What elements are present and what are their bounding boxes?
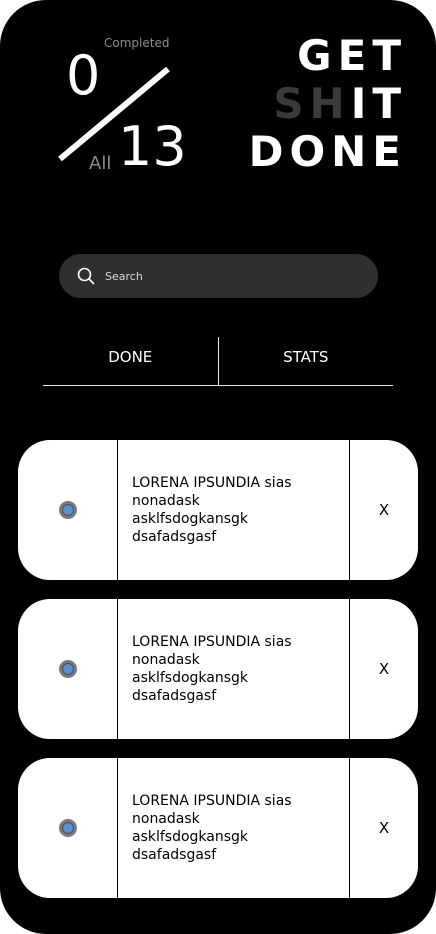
title-line-3: DONE xyxy=(248,127,407,176)
task-radio-button[interactable] xyxy=(58,660,77,678)
task-delete-button[interactable]: X xyxy=(350,758,418,898)
title-line-2-rest: IT xyxy=(350,79,407,128)
task-card: LORENA IPSUNDIA sias nonadask asklfsdogk… xyxy=(18,440,418,580)
all-label: All xyxy=(89,153,112,174)
task-radio-cell xyxy=(18,440,118,580)
task-text-cell: LORENA IPSUNDIA sias nonadask asklfsdogk… xyxy=(118,440,350,580)
tab-bar: DONE STATS xyxy=(43,337,393,386)
search-input[interactable] xyxy=(103,268,347,284)
task-text-cell: LORENA IPSUNDIA sias nonadask asklfsdogk… xyxy=(118,758,350,898)
task-radio-button[interactable] xyxy=(58,819,77,837)
task-text: LORENA IPSUNDIA sias nonadask asklfsdogk… xyxy=(132,475,292,545)
task-card: LORENA IPSUNDIA sias nonadask asklfsdogk… xyxy=(18,758,418,898)
task-card: LORENA IPSUNDIA sias nonadask asklfsdogk… xyxy=(18,599,418,739)
total-count: 13 xyxy=(118,115,187,178)
title-line-1: GET xyxy=(297,31,407,80)
task-text: LORENA IPSUNDIA sias nonadask asklfsdogk… xyxy=(132,634,292,704)
tab-done[interactable]: DONE xyxy=(43,337,218,385)
search-bar[interactable] xyxy=(59,254,378,298)
task-text: LORENA IPSUNDIA sias nonadask asklfsdogk… xyxy=(132,793,292,863)
tab-stats[interactable]: STATS xyxy=(219,337,394,385)
app-screen: Completed 0 All 13 GET SHIT DONE DONE ST… xyxy=(0,0,436,934)
task-delete-button[interactable]: X xyxy=(350,599,418,739)
title-line-2-dim: SH xyxy=(273,79,351,128)
completed-label: Completed xyxy=(104,36,170,50)
search-icon xyxy=(77,267,95,285)
task-text-cell: LORENA IPSUNDIA sias nonadask asklfsdogk… xyxy=(118,599,350,739)
task-delete-button[interactable]: X xyxy=(350,440,418,580)
app-title: GET SHIT DONE xyxy=(249,32,407,176)
title-line-2: SHIT xyxy=(249,80,407,128)
task-radio-button[interactable] xyxy=(58,501,77,519)
task-radio-cell xyxy=(18,758,118,898)
task-radio-cell xyxy=(18,599,118,739)
